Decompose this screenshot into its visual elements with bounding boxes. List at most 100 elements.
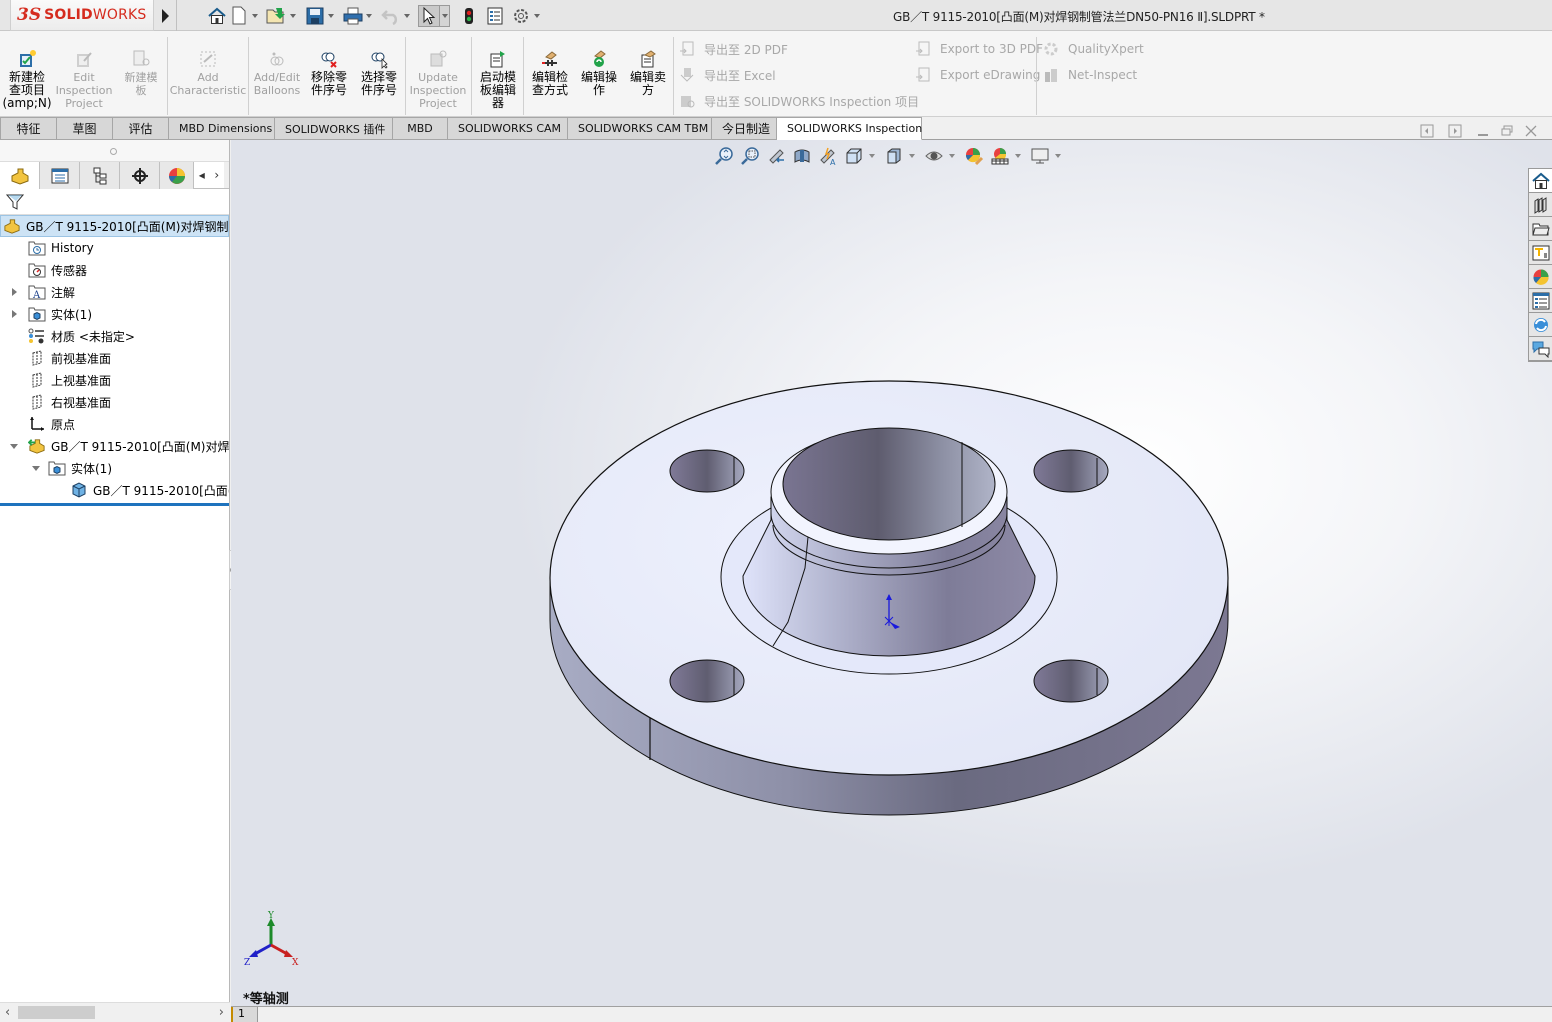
tree-node[interactable]: 实体(1) (0, 303, 229, 325)
tab-sketch[interactable]: 草图 (57, 117, 113, 140)
tree-rollback-bar[interactable] (0, 503, 229, 506)
edit-inspection-project-button[interactable]: Edit Inspection Project (56, 49, 112, 110)
rebuild-button[interactable] (458, 5, 480, 27)
dimxpertmanager-tab[interactable] (120, 162, 160, 189)
scrollbar-thumb[interactable] (18, 1006, 95, 1019)
select-dropdown[interactable] (440, 4, 450, 27)
task-pane-view-palette[interactable] (1529, 241, 1552, 265)
add-characteristic-button[interactable]: Add Characteristic (170, 49, 246, 97)
scroll-left-arrow[interactable]: ‹ (5, 1005, 10, 1020)
display-style-button[interactable] (881, 144, 907, 168)
collapse-arrow-icon[interactable] (30, 462, 42, 474)
graphics-area[interactable]: A Y Z X *等轴测 (231, 140, 1552, 1006)
task-pane-solidworks-resources[interactable] (1529, 169, 1552, 193)
tree-node[interactable]: 实体(1) (0, 457, 229, 479)
zoom-to-area-button[interactable] (737, 144, 763, 168)
tree-node[interactable]: GB／T 9115-2010[凸面(M)对焊钢制管法兰DN50-PN16 Ⅱ] (0, 435, 229, 457)
view-orientation-dropdown[interactable] (867, 154, 877, 158)
tab-today-manufacturing[interactable]: 今日制造 (712, 117, 777, 140)
save-dropdown[interactable] (326, 5, 336, 27)
task-pane-solidworks-forum[interactable] (1529, 313, 1552, 337)
tree-node[interactable]: 原点 (0, 413, 229, 435)
export-2d-pdf-button[interactable]: 导出至 2D PDF (678, 40, 788, 58)
task-pane-forum[interactable] (1529, 337, 1552, 361)
previous-view-button[interactable] (763, 144, 789, 168)
edit-operation-button[interactable]: 编辑操 作 (576, 49, 622, 97)
zoom-to-fit-button[interactable] (711, 144, 737, 168)
edit-vendor-button[interactable]: 编辑卖 方 (625, 49, 671, 97)
panel-horizontal-scrollbar[interactable]: ‹ › (0, 1002, 230, 1021)
tab-solidworks-addins[interactable]: SOLIDWORKS 插件 (275, 117, 393, 140)
task-pane-custom-properties[interactable] (1529, 289, 1552, 313)
tab-evaluate[interactable]: 评估 (113, 117, 169, 140)
new-template-button[interactable]: 新建模 板 (118, 49, 164, 97)
propertymanager-tab[interactable] (40, 162, 80, 189)
task-pane-file-explorer[interactable] (1529, 217, 1552, 241)
tree-node[interactable]: A 注解 (0, 281, 229, 303)
collapse-left-button[interactable] (1420, 124, 1434, 141)
new-inspection-project-button[interactable]: 新建检 查项目 (amp;N) (2, 49, 52, 110)
export-3d-pdf-button[interactable]: Export to 3D PDF (914, 40, 1043, 58)
file-properties-button[interactable] (484, 5, 506, 27)
view-settings-dropdown[interactable] (1053, 154, 1063, 158)
new-dropdown[interactable] (250, 5, 260, 27)
tree-node[interactable]: 传感器 (0, 259, 229, 281)
undo-dropdown[interactable] (402, 5, 412, 27)
edit-inspection-method-button[interactable]: 编辑检 查方式 (527, 49, 573, 97)
tab-solidworks-cam-tbm[interactable]: SOLIDWORKS CAM TBM (568, 117, 712, 140)
tab-mbd[interactable]: MBD (393, 117, 448, 140)
tabs-scroll-left[interactable]: ◂ (199, 168, 205, 182)
export-edrawing-button[interactable]: Export eDrawing (914, 66, 1040, 84)
print-dropdown[interactable] (364, 5, 374, 27)
apply-scene-button[interactable] (987, 144, 1013, 168)
task-pane-appearances[interactable] (1529, 265, 1552, 289)
tree-node[interactable]: History (0, 237, 229, 259)
new-document-button[interactable] (228, 5, 250, 27)
net-inspect-button[interactable]: Net-Inspect (1042, 66, 1137, 84)
select-button[interactable] (418, 4, 440, 27)
add-edit-balloons-button[interactable]: Add/Edit Balloons (252, 49, 302, 97)
dynamic-annotation-views-button[interactable]: A (815, 144, 841, 168)
close-button[interactable] (1524, 124, 1538, 141)
apply-scene-dropdown[interactable] (1013, 154, 1023, 158)
options-dropdown[interactable] (532, 5, 542, 27)
home-button[interactable] (206, 5, 228, 27)
tree-node[interactable]: 右视基准面 (0, 391, 229, 413)
remove-balloon-button[interactable]: 移除零 件序号 (306, 49, 352, 97)
tree-filter[interactable] (0, 189, 229, 215)
view-orientation-button[interactable] (841, 144, 867, 168)
open-dropdown[interactable] (288, 5, 298, 27)
task-pane-design-library[interactable] (1529, 193, 1552, 217)
flange-model[interactable] (231, 140, 1552, 1006)
scroll-right-arrow[interactable]: › (219, 1005, 224, 1020)
configurationmanager-tab[interactable] (80, 162, 120, 189)
export-inspection-project-button[interactable]: 导出至 SOLIDWORKS Inspection 项目 (678, 92, 919, 110)
displaymanager-tab[interactable] (160, 162, 194, 189)
update-inspection-project-button[interactable]: Update Inspection Project (409, 49, 467, 110)
tab-features[interactable]: 特征 (0, 117, 57, 140)
minimize-button[interactable] (1476, 124, 1490, 141)
launch-template-editor-button[interactable]: 启动模 板编辑 器 (475, 49, 521, 110)
tab-solidworks-inspection[interactable]: SOLIDWORKS Inspection (777, 117, 922, 140)
options-button[interactable] (510, 5, 532, 27)
restore-button[interactable] (1500, 124, 1514, 141)
hide-show-items-dropdown[interactable] (947, 154, 957, 158)
tree-node[interactable]: 上视基准面 (0, 369, 229, 391)
featuremanager-tab[interactable] (0, 162, 40, 189)
tab-solidworks-cam[interactable]: SOLIDWORKS CAM (448, 117, 568, 140)
section-view-button[interactable] (789, 144, 815, 168)
tree-node[interactable]: 前视基准面 (0, 347, 229, 369)
print-button[interactable] (342, 5, 364, 27)
display-style-dropdown[interactable] (907, 154, 917, 158)
solidworks-logo[interactable]: 3S SOLIDWORKS (10, 0, 154, 31)
collapse-arrow-icon[interactable] (8, 440, 20, 452)
tabs-scroll-right[interactable]: › (214, 168, 219, 182)
select-balloon-button[interactable]: 选择零 件序号 (356, 49, 402, 97)
menu-flyout-arrow[interactable] (158, 6, 172, 26)
undo-button[interactable] (380, 5, 402, 27)
panel-grip[interactable] (0, 140, 229, 162)
qualityxpert-button[interactable]: QualityXpert (1042, 40, 1144, 58)
collapse-right-button[interactable] (1448, 124, 1462, 141)
edit-appearance-button[interactable] (961, 144, 987, 168)
expand-arrow-icon[interactable] (8, 308, 20, 320)
